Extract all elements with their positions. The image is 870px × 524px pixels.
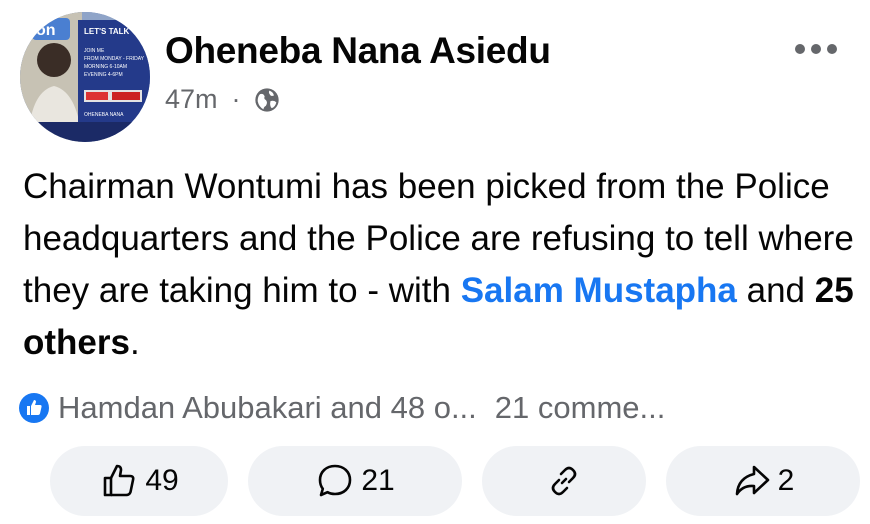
- more-dot-icon: [795, 44, 805, 54]
- svg-text:on: on: [36, 22, 56, 39]
- copy-link-button[interactable]: [482, 446, 646, 516]
- like-button[interactable]: 49: [50, 446, 228, 516]
- like-count: 49: [145, 464, 179, 497]
- comment-icon: [319, 464, 352, 497]
- author-name[interactable]: Oheneba Nana Asiedu: [165, 30, 551, 72]
- comment-button[interactable]: 21: [248, 446, 462, 516]
- comments-summary[interactable]: 21 comme...: [495, 390, 666, 426]
- more-dot-icon: [811, 44, 821, 54]
- post-text-part: .: [129, 323, 140, 362]
- svg-text:LET'S TALK: LET'S TALK: [84, 27, 130, 36]
- meta-separator: ·: [231, 84, 241, 114]
- svg-text:JOIN ME: JOIN ME: [84, 48, 105, 54]
- comment-count: 21: [361, 464, 395, 497]
- avatar[interactable]: on LET'S TALK JOIN ME FROM MONDAY - FRID…: [20, 12, 150, 142]
- post-text-part: and: [736, 271, 815, 310]
- svg-text:MORNING 6-10AM: MORNING 6-10AM: [84, 64, 127, 70]
- post-text: Chairman Wontumi has been picked from th…: [23, 161, 858, 369]
- svg-text:FROM MONDAY - FRIDAY: FROM MONDAY - FRIDAY: [84, 56, 145, 62]
- like-badge-icon: [19, 393, 49, 423]
- action-bar: 49 21 2: [0, 446, 870, 516]
- reactions-bar[interactable]: Hamdan Abubakari and 48 o... 21 comme...: [18, 386, 665, 430]
- more-options-button[interactable]: [795, 44, 837, 54]
- reactions-summary[interactable]: Hamdan Abubakari and 48 o...: [58, 390, 477, 426]
- link-icon: [551, 466, 577, 496]
- thumbs-up-icon: [104, 464, 135, 497]
- post-meta: 47m ·: [165, 84, 281, 115]
- avatar-image: on LET'S TALK JOIN ME FROM MONDAY - FRID…: [20, 12, 150, 142]
- mention-link[interactable]: Salam Mustapha: [461, 271, 737, 310]
- share-count: 2: [777, 464, 795, 497]
- share-icon: [735, 465, 769, 496]
- svg-text:OHENEBA NANA: OHENEBA NANA: [84, 112, 124, 118]
- post-time[interactable]: 47m: [165, 84, 218, 115]
- svg-text:EVENING 4-6PM: EVENING 4-6PM: [84, 72, 123, 78]
- share-button[interactable]: 2: [666, 446, 860, 516]
- globe-icon: [254, 87, 279, 112]
- more-dot-icon: [827, 44, 837, 54]
